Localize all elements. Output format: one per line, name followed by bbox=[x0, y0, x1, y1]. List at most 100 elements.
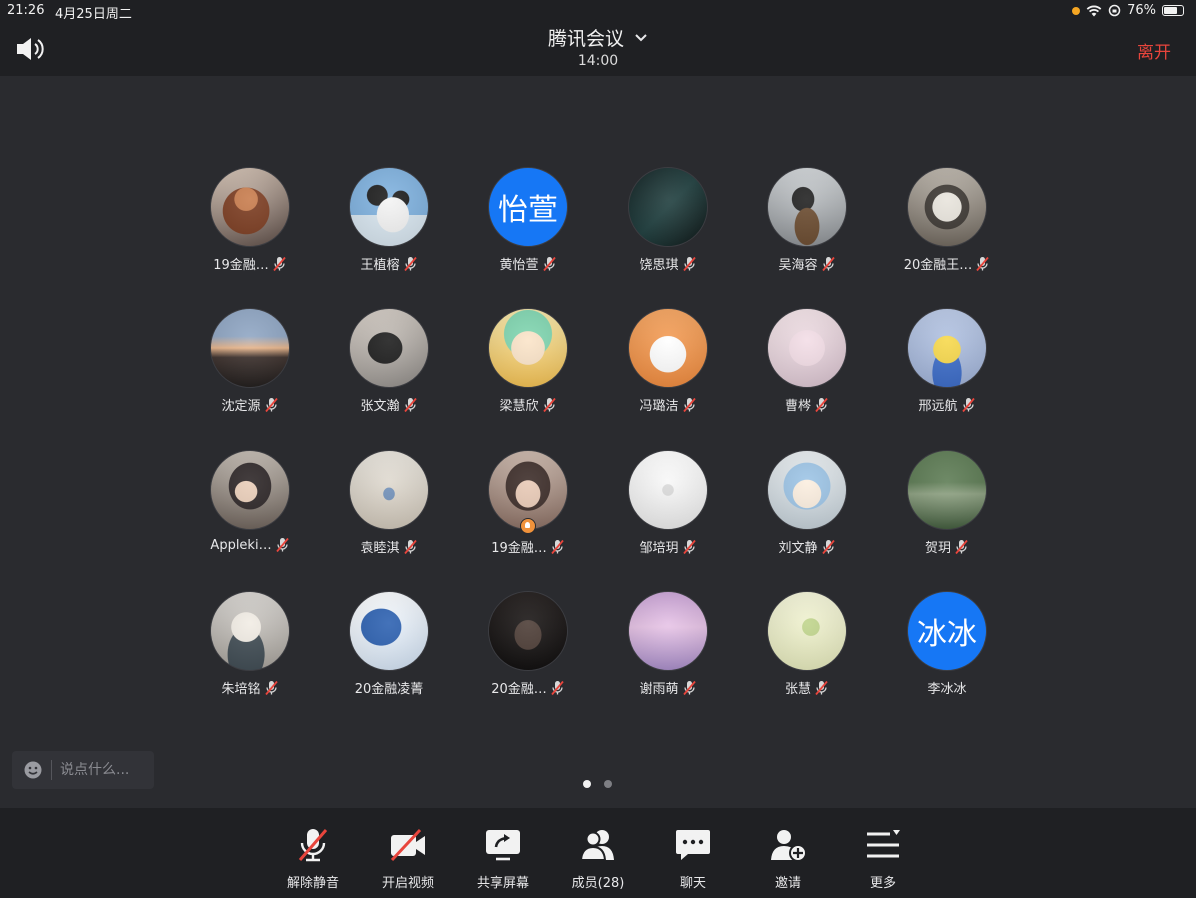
orientation-lock-icon bbox=[1108, 4, 1121, 17]
participant-tile[interactable]: 冯璐洁 bbox=[598, 308, 738, 428]
participant-tile[interactable]: 19金融… bbox=[458, 450, 598, 570]
avatar bbox=[628, 308, 708, 388]
participant-tile[interactable]: 吴海容 bbox=[737, 167, 877, 287]
mic-muted-icon bbox=[403, 539, 417, 554]
participant-tile[interactable]: 张文瀚 bbox=[319, 308, 459, 428]
participant-name: 刘文静 bbox=[778, 541, 818, 556]
meeting-duration: 14:00 bbox=[577, 53, 619, 69]
participant-name: 王植榕 bbox=[360, 258, 400, 273]
participant-tile[interactable]: 冰冰 李冰冰 bbox=[877, 591, 1017, 711]
participant-name: 20金融王… bbox=[903, 258, 973, 273]
mic-muted-icon bbox=[682, 256, 696, 271]
leave-button[interactable]: 离开 bbox=[1137, 38, 1171, 63]
chat-button[interactable]: 聊天 bbox=[645, 808, 741, 898]
avatar bbox=[767, 308, 847, 388]
participant-tile[interactable]: Appleki… bbox=[180, 450, 320, 570]
chevron-down-icon bbox=[635, 33, 647, 41]
participant-tile[interactable]: 贺玥 bbox=[877, 450, 1017, 570]
participant-name: Appleki… bbox=[210, 537, 272, 553]
participant-name-line: 冯璐洁 bbox=[598, 395, 738, 414]
invite-button[interactable]: 邀请 bbox=[740, 808, 836, 898]
page-dot-2[interactable] bbox=[604, 780, 612, 788]
participant-tile[interactable]: 沈定源 bbox=[180, 308, 320, 428]
participant-name-line: 邢远航 bbox=[877, 395, 1017, 414]
mic-muted-icon bbox=[551, 539, 564, 554]
participant-tile[interactable]: 梁慧欣 bbox=[458, 308, 598, 428]
participant-name-line: 张慧 bbox=[737, 678, 877, 697]
avatar bbox=[488, 308, 568, 388]
mic-muted-icon bbox=[821, 539, 835, 554]
participant-name-line: 黄怡萱 bbox=[458, 254, 598, 273]
battery-percent: 76% bbox=[1127, 3, 1156, 18]
meeting-toolbar: 解除静音 开启视频 共享屏幕 成员(28) 聊天 邀请 更多 bbox=[0, 808, 1196, 898]
more-label: 更多 bbox=[869, 876, 896, 891]
participant-name-line: 梁慧欣 bbox=[458, 395, 598, 414]
participant-tile[interactable]: 邹培玥 bbox=[598, 450, 738, 570]
mic-muted-icon bbox=[542, 256, 556, 271]
avatar bbox=[210, 308, 290, 388]
mic-muted-icon bbox=[682, 397, 696, 412]
avatar: 冰冰 bbox=[907, 591, 987, 671]
participant-name-line: 20金融凌菁 bbox=[319, 678, 459, 697]
participant-tile[interactable]: 谢雨萌 bbox=[598, 591, 738, 711]
mic-muted-icon bbox=[955, 539, 968, 554]
page-indicator bbox=[583, 780, 612, 788]
participant-name: 沈定源 bbox=[221, 399, 261, 414]
mic-muted-icon bbox=[403, 397, 417, 412]
participant-name: 20金融凌菁 bbox=[354, 682, 424, 697]
participant-name-line: 19金融… bbox=[180, 254, 320, 273]
participant-tile[interactable]: 邢远航 bbox=[877, 308, 1017, 428]
participant-name: 邹培玥 bbox=[639, 541, 679, 556]
participant-tile[interactable]: 袁睦淇 bbox=[319, 450, 459, 570]
participant-tile[interactable]: 20金融… bbox=[458, 591, 598, 711]
avatar: 怡萱 bbox=[488, 167, 568, 247]
invite-label: 邀请 bbox=[774, 876, 801, 891]
participant-name: 谢雨萌 bbox=[639, 682, 679, 697]
mic-muted-icon bbox=[815, 680, 828, 695]
participant-name: 曹梣 bbox=[784, 399, 811, 414]
participant-name: 梁慧欣 bbox=[499, 399, 539, 414]
participant-tile[interactable]: 曹梣 bbox=[737, 308, 877, 428]
start-video-button[interactable]: 开启视频 bbox=[360, 808, 456, 898]
wifi-icon bbox=[1086, 5, 1102, 16]
participant-name: 朱培铭 bbox=[221, 682, 261, 697]
mic-muted-icon bbox=[298, 829, 328, 862]
participant-tile[interactable]: 怡萱 黄怡萱 bbox=[458, 167, 598, 287]
participant-tile[interactable]: 19金融… bbox=[180, 167, 320, 287]
participant-tile[interactable]: 20金融王… bbox=[877, 167, 1017, 287]
participant-tile[interactable]: 王植榕 bbox=[319, 167, 459, 287]
participant-name-line: 袁睦淇 bbox=[319, 537, 459, 556]
host-badge-icon bbox=[520, 518, 536, 534]
mic-muted-icon bbox=[821, 256, 835, 271]
mic-muted-icon bbox=[403, 256, 417, 271]
participant-tile[interactable]: 饶思琪 bbox=[598, 167, 738, 287]
start-video-label: 开启视频 bbox=[381, 876, 434, 891]
share-screen-button[interactable]: 共享屏幕 bbox=[455, 808, 551, 898]
page-dot-1[interactable] bbox=[583, 780, 591, 788]
avatar bbox=[628, 450, 708, 530]
mic-muted-icon bbox=[542, 397, 556, 412]
chat-input-box[interactable] bbox=[12, 751, 154, 789]
chat-input[interactable] bbox=[60, 762, 150, 778]
participant-tile[interactable]: 刘文静 bbox=[737, 450, 877, 570]
participant-name: 邢远航 bbox=[918, 399, 958, 414]
unmute-button[interactable]: 解除静音 bbox=[265, 808, 361, 898]
members-button[interactable]: 成员(28) bbox=[550, 808, 646, 898]
participant-tile[interactable]: 20金融凌菁 bbox=[319, 591, 459, 711]
chat-label: 聊天 bbox=[679, 876, 706, 891]
participant-name: 贺玥 bbox=[924, 541, 951, 556]
more-button[interactable]: 更多 bbox=[835, 808, 931, 898]
participant-tile[interactable]: 张慧 bbox=[737, 591, 877, 711]
status-date: 4月25日周二 bbox=[55, 7, 132, 22]
meeting-title-text: 腾讯会议 bbox=[547, 28, 624, 50]
mic-muted-icon bbox=[275, 537, 289, 553]
participant-tile[interactable]: 朱培铭 bbox=[180, 591, 320, 711]
avatar bbox=[210, 450, 290, 530]
mic-muted-icon bbox=[264, 397, 278, 412]
mic-muted-icon bbox=[551, 680, 564, 695]
avatar bbox=[907, 167, 987, 247]
emoji-icon[interactable] bbox=[23, 760, 43, 780]
share-screen-icon bbox=[486, 830, 520, 861]
meeting-title[interactable]: 腾讯会议 bbox=[548, 24, 648, 51]
avatar bbox=[349, 591, 429, 671]
